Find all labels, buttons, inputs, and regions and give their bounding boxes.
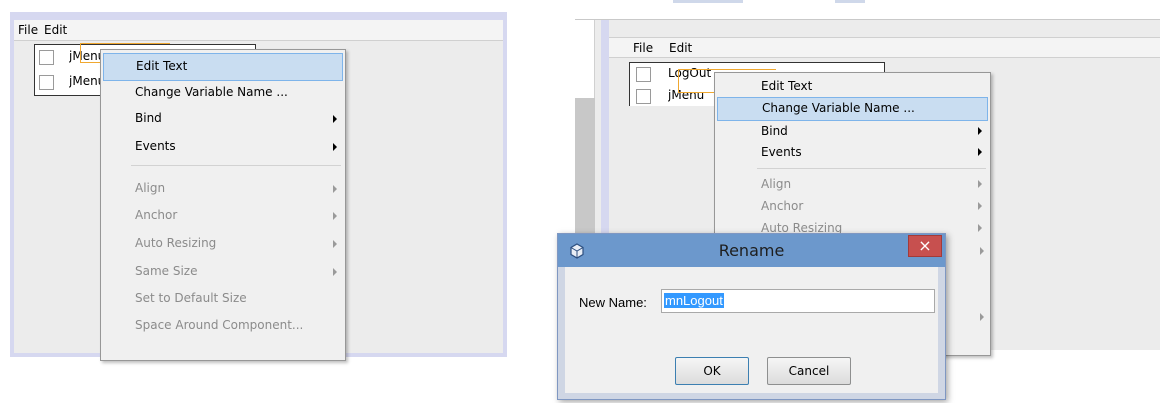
- ctx-edit-text[interactable]: Edit Text: [103, 53, 343, 81]
- submenu-arrow-icon: [333, 185, 337, 193]
- ctx-change-variable-name[interactable]: Change Variable Name ...: [717, 97, 988, 121]
- ctx-label: Auto Resizing: [135, 236, 217, 250]
- ctx-events[interactable]: Events: [717, 141, 988, 163]
- submenu-arrow-icon: [978, 202, 982, 210]
- new-name-label: New Name:: [579, 295, 647, 310]
- submenu-arrow-icon: [978, 148, 982, 156]
- ctx-anchor[interactable]: Anchor: [717, 195, 988, 217]
- ctx-events[interactable]: Events: [103, 134, 343, 160]
- ctx-label: Change Variable Name ...: [762, 101, 915, 115]
- submenu-arrow-icon: [978, 127, 982, 135]
- ctx-label: Edit Text: [136, 59, 188, 73]
- ctx-align[interactable]: Align: [717, 173, 988, 195]
- selected-text: mnLogout: [664, 293, 724, 308]
- ctx-label: Bind: [135, 111, 162, 125]
- submenu-arrow-icon: [333, 240, 337, 248]
- toolbar-tab[interactable]: [673, 0, 743, 3]
- dialog-body: New Name: mnLogout OK Cancel: [565, 267, 938, 393]
- submenu-arrow-icon: [980, 313, 984, 321]
- ctx-label: Align: [761, 177, 792, 191]
- vertical-scrollbar-thumb[interactable]: [575, 98, 595, 248]
- menu-edit[interactable]: Edit: [669, 41, 692, 55]
- ctx-label: Change Variable Name ...: [135, 85, 288, 99]
- menu-item-checkbox[interactable]: [39, 75, 54, 90]
- cancel-button[interactable]: Cancel: [767, 357, 851, 385]
- ctx-label: Set to Default Size: [135, 291, 247, 305]
- ctx-label: Anchor: [761, 199, 804, 213]
- top-toolbar-strip: [575, 0, 1160, 20]
- ctx-anchor[interactable]: Anchor: [103, 203, 343, 229]
- submenu-arrow-icon: [978, 224, 982, 232]
- submenu-arrow-icon: [980, 247, 984, 255]
- menu-file[interactable]: File: [18, 23, 38, 37]
- dialog-titlebar[interactable]: Rename ×: [558, 234, 945, 267]
- rename-dialog: Rename × New Name: mnLogout OK Cancel: [557, 233, 946, 400]
- ctx-bind[interactable]: Bind: [717, 120, 988, 142]
- menu-item-checkbox[interactable]: [636, 89, 651, 104]
- ctx-label: Anchor: [135, 208, 178, 222]
- submenu-arrow-icon: [978, 180, 982, 188]
- new-name-input[interactable]: mnLogout: [661, 289, 935, 313]
- ctx-align[interactable]: Align: [103, 176, 343, 202]
- ctx-label: Bind: [761, 124, 788, 138]
- ctx-label: Align: [135, 181, 166, 195]
- ctx-set-default-size[interactable]: Set to Default Size: [103, 286, 343, 312]
- designer-menubar: File Edit: [14, 20, 503, 41]
- context-menu: Edit Text Change Variable Name ... Bind …: [100, 49, 346, 361]
- menu-edit[interactable]: Edit: [44, 23, 67, 37]
- ctx-auto-resizing[interactable]: Auto Resizing: [103, 231, 343, 257]
- toolbar-tab[interactable]: [835, 0, 865, 3]
- menu-separator: [757, 168, 986, 169]
- submenu-arrow-icon: [333, 143, 337, 151]
- ctx-label: Edit Text: [761, 79, 813, 93]
- ctx-edit-text[interactable]: Edit Text: [717, 75, 988, 97]
- submenu-arrow-icon: [333, 115, 337, 123]
- ctx-same-size[interactable]: Same Size: [103, 259, 343, 285]
- menu-item-checkbox[interactable]: [636, 67, 651, 82]
- menu-file[interactable]: File: [633, 41, 653, 55]
- menu-item-checkbox[interactable]: [39, 50, 54, 65]
- ctx-label: Events: [761, 145, 802, 159]
- left-form-designer: File Edit jMenu jMenu Edit Text Change V…: [10, 12, 507, 361]
- submenu-arrow-icon: [333, 212, 337, 220]
- ctx-label: Space Around Component...: [135, 318, 304, 332]
- designer-menubar: File Edit: [609, 38, 1160, 58]
- ctx-change-variable-name[interactable]: Change Variable Name ...: [103, 80, 343, 106]
- ctx-label: Same Size: [135, 264, 198, 278]
- ok-button[interactable]: OK: [675, 357, 749, 385]
- ctx-label: Events: [135, 139, 176, 153]
- menu-separator: [131, 165, 341, 166]
- submenu-arrow-icon: [333, 268, 337, 276]
- close-icon[interactable]: ×: [908, 235, 942, 257]
- ctx-space-around-component[interactable]: Space Around Component...: [103, 313, 343, 339]
- dialog-title: Rename: [718, 241, 785, 260]
- ctx-bind[interactable]: Bind: [103, 106, 343, 132]
